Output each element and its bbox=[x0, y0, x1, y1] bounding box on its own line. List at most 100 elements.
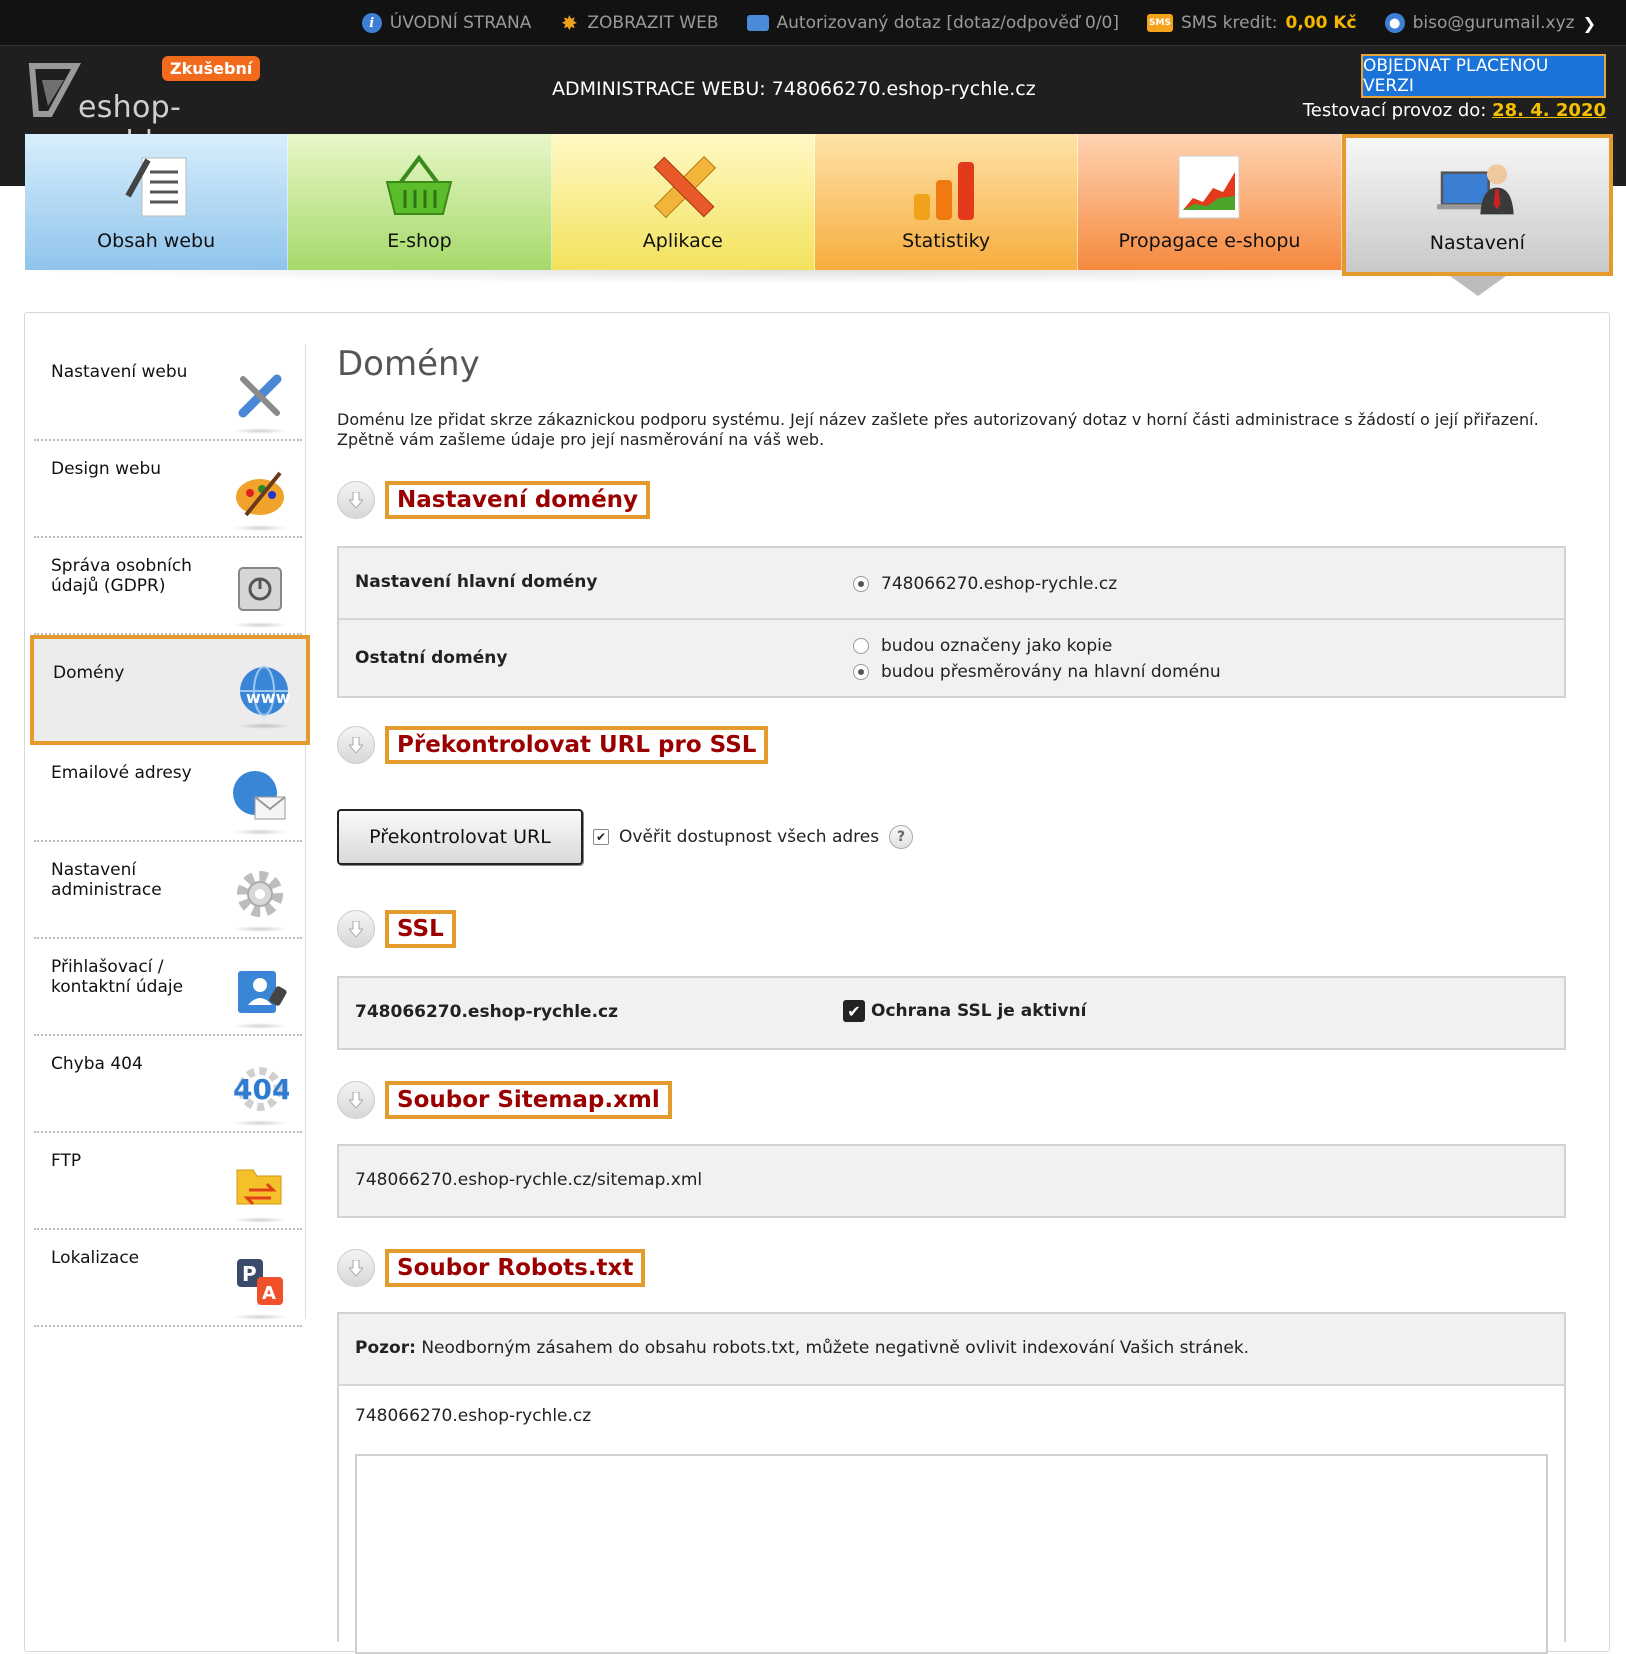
tab-obsah-webu[interactable]: Obsah webu bbox=[25, 134, 289, 270]
ftp-folder-icon bbox=[230, 1155, 290, 1223]
sidebar-item-emailove-adresy[interactable]: Emailové adresy bbox=[34, 745, 302, 842]
order-paid-version-button[interactable]: OBJEDNAT PLACENOU VERZI bbox=[1361, 54, 1606, 98]
top-links: i ÚVODNÍ STRANA ✸ ZOBRAZIT WEB Autorizov… bbox=[361, 0, 1596, 46]
logo[interactable]: eshop-rychle Zkušební bbox=[28, 56, 268, 160]
main-domain-radio[interactable] bbox=[853, 576, 869, 592]
verify-all-label: Ověřit dostupnost všech adres bbox=[619, 827, 880, 847]
basket-icon bbox=[379, 142, 459, 222]
sidebar-item-nastaveni-administrace[interactable]: Nastavení administrace bbox=[34, 842, 302, 939]
ssl-panel: 748066270.eshop-rychle.cz ✔ Ochrana SSL … bbox=[337, 976, 1566, 1050]
section-title: Soubor Sitemap.xml bbox=[385, 1081, 672, 1119]
check-url-button[interactable]: Překontrolovat URL bbox=[337, 809, 583, 865]
user-email: biso@gurumail.xyz bbox=[1412, 13, 1575, 33]
section-header-sitemap[interactable]: Soubor Sitemap.xml bbox=[337, 1081, 672, 1119]
help-icon[interactable]: ? bbox=[889, 825, 914, 849]
show-web-link[interactable]: ✸ ZOBRAZIT WEB bbox=[559, 11, 719, 35]
sms-icon: SMS bbox=[1147, 14, 1173, 32]
main-domain-row: Nastavení hlavní domény 748066270.eshop-… bbox=[339, 548, 1564, 620]
sitemap-panel: 748066270.eshop-rychle.cz/sitemap.xml bbox=[337, 1144, 1566, 1218]
sidebar-item-lokalizace[interactable]: Lokalizace PA bbox=[34, 1230, 302, 1327]
sidebar-item-nastaveni-webu[interactable]: Nastavení webu bbox=[34, 344, 302, 441]
robots-warning-row: Pozor: Neodborným zásahem do obsahu robo… bbox=[339, 1314, 1564, 1386]
sidebar-item-chyba-404[interactable]: Chyba 404 404 bbox=[34, 1036, 302, 1133]
robots-textarea[interactable] bbox=[355, 1454, 1548, 1654]
trial-badge: Zkušební bbox=[162, 56, 261, 81]
sms-value: 0,00 Kč bbox=[1285, 13, 1357, 33]
sidebar-item-domeny[interactable]: Domény www bbox=[30, 635, 310, 745]
option-copy[interactable]: budou označeny jako kopie bbox=[853, 636, 1112, 656]
sidebar-item-design-webu[interactable]: Design webu bbox=[34, 441, 302, 538]
chat-icon bbox=[746, 15, 769, 31]
collapse-toggle-icon[interactable] bbox=[337, 1249, 375, 1287]
top-bar: i ÚVODNÍ STRANA ✸ ZOBRAZIT WEB Autorizov… bbox=[0, 0, 1626, 46]
bar-chart-icon bbox=[906, 142, 986, 222]
sidebar-item-label: Nastavení webu bbox=[51, 362, 188, 382]
section-header-robots[interactable]: Soubor Robots.txt bbox=[337, 1249, 646, 1287]
sun-icon: ✸ bbox=[561, 11, 578, 35]
option-redirect-label: budou přesměrovány na hlavní doménu bbox=[881, 662, 1221, 682]
verify-all-option[interactable]: ✔ Ověřit dostupnost všech adres ? bbox=[593, 825, 914, 849]
main-domain-option[interactable]: 748066270.eshop-rychle.cz bbox=[853, 574, 1117, 594]
collapse-toggle-icon[interactable] bbox=[337, 481, 375, 519]
svg-text:404: 404 bbox=[233, 1073, 289, 1106]
admin-title: ADMINISTRACE WEBU: 748066270.eshop-rychl… bbox=[552, 78, 1036, 100]
tab-aplikace[interactable]: Aplikace bbox=[551, 134, 815, 270]
main-domain-value: 748066270.eshop-rychle.cz bbox=[881, 574, 1118, 594]
home-link-label: ÚVODNÍ STRANA bbox=[389, 13, 532, 33]
sidebar-item-label: Lokalizace bbox=[51, 1248, 140, 1268]
active-tab-pointer bbox=[1450, 276, 1506, 296]
sidebar-item-ftp[interactable]: FTP bbox=[34, 1133, 302, 1230]
section-title: Nastavení domény bbox=[385, 481, 651, 519]
page-title: Domény bbox=[337, 344, 480, 384]
robots-domain: 748066270.eshop-rychle.cz bbox=[355, 1406, 592, 1426]
svg-text:www: www bbox=[246, 688, 291, 707]
sidebar-item-prihlasovaci-udaje[interactable]: Přihlašovací / kontaktní údaje bbox=[34, 939, 302, 1036]
admin-person-icon bbox=[1437, 144, 1517, 224]
tab-eshop[interactable]: E-shop bbox=[288, 134, 552, 270]
sms-credit[interactable]: SMS SMS kredit: 0,00 Kč bbox=[1147, 13, 1357, 33]
domain-settings-panel: Nastavení hlavní domény 748066270.eshop-… bbox=[337, 546, 1566, 698]
sitemap-url[interactable]: 748066270.eshop-rychle.cz/sitemap.xml bbox=[355, 1170, 702, 1190]
safe-icon bbox=[230, 560, 290, 628]
sidebar-item-gdpr[interactable]: Správa osobních údajů (GDPR) bbox=[34, 538, 302, 635]
user-icon: ● bbox=[1384, 13, 1405, 33]
query-link[interactable]: Autorizovaný dotaz [dotaz/odpověď 0/0] bbox=[746, 13, 1119, 33]
tab-nastaveni[interactable]: Nastavení bbox=[1341, 134, 1613, 276]
section-header-domain-settings[interactable]: Nastavení domény bbox=[337, 481, 651, 519]
section-header-ssl-check[interactable]: Překontrolovat URL pro SSL bbox=[337, 726, 769, 764]
intro-text: Doménu lze přidat skrze zákaznickou podp… bbox=[337, 410, 1539, 449]
robots-warning-bold: Pozor: bbox=[355, 1338, 416, 1358]
logo-mark-icon bbox=[28, 63, 82, 117]
pencil-ruler-icon bbox=[643, 142, 723, 222]
verify-all-checkbox[interactable]: ✔ bbox=[593, 829, 609, 845]
collapse-toggle-icon[interactable] bbox=[337, 726, 375, 764]
sidebar-item-label: Přihlašovací / kontaktní údaje bbox=[51, 957, 184, 997]
collapse-toggle-icon[interactable] bbox=[337, 910, 375, 948]
redirect-radio[interactable] bbox=[853, 664, 869, 680]
robots-warning: Pozor: Neodborným zásahem do obsahu robo… bbox=[355, 1338, 1249, 1358]
chevron-down-icon: ❯ bbox=[1582, 13, 1596, 33]
section-header-ssl[interactable]: SSL bbox=[337, 910, 456, 948]
tab-label: Aplikace bbox=[642, 230, 723, 252]
error-404-icon: 404 bbox=[230, 1058, 290, 1126]
growth-chart-icon bbox=[1169, 142, 1249, 222]
tab-statistiky[interactable]: Statistiky bbox=[814, 134, 1079, 270]
sidebar-item-label: Chyba 404 bbox=[51, 1054, 143, 1074]
ssl-active-checkbox[interactable]: ✔ bbox=[843, 1000, 865, 1022]
settings-sidebar: Nastavení webu Design webu Správa osobní… bbox=[30, 344, 310, 1327]
sidebar-item-label: Domény bbox=[53, 663, 125, 683]
tab-propagace[interactable]: Propagace e-shopu bbox=[1078, 134, 1342, 270]
option-redirect[interactable]: budou přesměrovány na hlavní doménu bbox=[853, 662, 1221, 682]
svg-text:P: P bbox=[242, 1262, 257, 1286]
home-link[interactable]: i ÚVODNÍ STRANA bbox=[361, 13, 532, 33]
collapse-toggle-icon[interactable] bbox=[337, 1081, 375, 1119]
sidebar-item-label: FTP bbox=[51, 1151, 82, 1171]
option-copy-label: budou označeny jako kopie bbox=[881, 636, 1113, 656]
trial-date-link[interactable]: 28. 4. 2020 bbox=[1492, 100, 1606, 121]
query-label: Autorizovaný dotaz [dotaz/odpověď 0/0] bbox=[776, 13, 1119, 33]
gear-icon bbox=[230, 864, 290, 932]
user-menu[interactable]: ● biso@gurumail.xyz ❯ bbox=[1384, 13, 1596, 33]
copy-radio[interactable] bbox=[853, 638, 869, 654]
ssl-status: ✔ Ochrana SSL je aktivní bbox=[843, 1000, 1086, 1022]
main-tabs: Obsah webu E-shop Aplikace Statistiky Pr… bbox=[25, 134, 1613, 276]
